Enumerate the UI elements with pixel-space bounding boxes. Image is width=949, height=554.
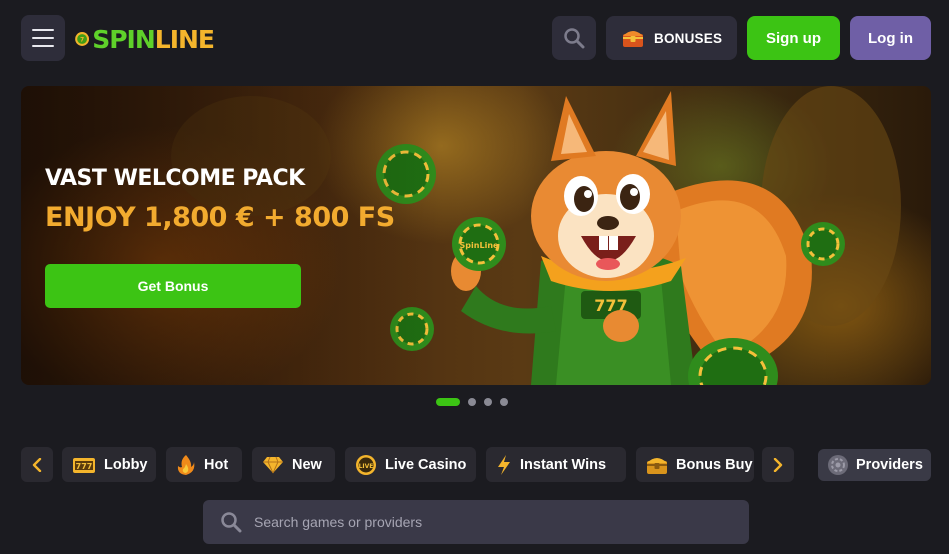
category-lobby[interactable]: 777 Lobby xyxy=(62,447,156,482)
logo-text-line: LINE xyxy=(154,24,215,54)
promo-banner[interactable]: 777 SpinLine VAST WELCOME PACK ENJOY 1,8… xyxy=(21,86,931,385)
carousel-dots xyxy=(436,398,508,406)
category-bonus-buy[interactable]: Bonus Buy xyxy=(636,447,754,482)
banner-subtitle: ENJOY 1,800 € + 800 FS xyxy=(45,202,395,233)
category-label: Bonus Buy xyxy=(676,456,753,473)
scroll-right-button[interactable] xyxy=(762,447,794,482)
bonuses-button[interactable]: BONUSES xyxy=(606,16,737,60)
flame-icon xyxy=(177,454,195,475)
diamond-icon xyxy=(263,456,283,473)
search-button[interactable] xyxy=(552,16,596,60)
logo[interactable]: 7 SPINLINE xyxy=(74,18,215,60)
category-label: Live Casino xyxy=(385,456,467,473)
chevron-left-icon xyxy=(32,457,42,472)
category-label: New xyxy=(292,456,322,473)
carousel-dot[interactable] xyxy=(500,398,508,406)
carousel-dot[interactable] xyxy=(484,398,492,406)
search-icon xyxy=(564,28,585,49)
category-label: Instant Wins xyxy=(520,456,607,473)
category-live-casino[interactable]: LIVE Live Casino xyxy=(345,447,476,482)
category-label: Hot xyxy=(204,456,229,473)
scroll-left-button[interactable] xyxy=(21,447,53,482)
get-bonus-button[interactable]: Get Bonus xyxy=(45,264,301,308)
hamburger-icon xyxy=(32,29,54,31)
category-label: Lobby xyxy=(104,456,148,473)
slot-777-icon: 777 xyxy=(73,457,95,473)
logo-coin-icon: 7 xyxy=(75,32,90,46)
lightning-icon xyxy=(498,454,510,475)
signup-button[interactable]: Sign up xyxy=(747,16,840,60)
carousel-dot[interactable] xyxy=(468,398,476,406)
bonuses-label: BONUSES xyxy=(654,30,723,46)
search-input[interactable] xyxy=(254,514,734,530)
svg-text:7: 7 xyxy=(80,37,84,43)
category-new[interactable]: New xyxy=(252,447,335,482)
hamburger-icon xyxy=(32,45,54,47)
hamburger-icon xyxy=(32,37,54,39)
live-icon: LIVE xyxy=(356,454,376,475)
carousel-dot-active[interactable] xyxy=(436,398,460,406)
logo-text: SPINLINE xyxy=(92,24,215,54)
search-icon xyxy=(221,512,242,533)
providers-label: Providers xyxy=(856,457,923,473)
category-instant-wins[interactable]: Instant Wins xyxy=(486,447,626,482)
svg-text:SpinLine: SpinLine xyxy=(460,241,499,250)
game-search[interactable] xyxy=(203,500,749,544)
category-hot[interactable]: Hot xyxy=(166,447,242,482)
header: 7 SPINLINE BONUSES Sign up Log in xyxy=(0,0,949,76)
banner-shade xyxy=(21,86,441,385)
providers-icon xyxy=(828,455,848,475)
logo-text-spin: SPIN xyxy=(92,24,156,54)
banner-title: VAST WELCOME PACK xyxy=(45,166,305,191)
svg-text:777: 777 xyxy=(76,462,93,471)
treasure-chest-icon xyxy=(623,31,643,47)
login-button[interactable]: Log in xyxy=(850,16,931,60)
svg-text:LIVE: LIVE xyxy=(359,463,374,470)
chevron-right-icon xyxy=(773,457,783,472)
menu-button[interactable] xyxy=(21,15,65,61)
providers-button[interactable]: Providers xyxy=(818,449,931,481)
treasure-chest-icon xyxy=(647,457,667,474)
